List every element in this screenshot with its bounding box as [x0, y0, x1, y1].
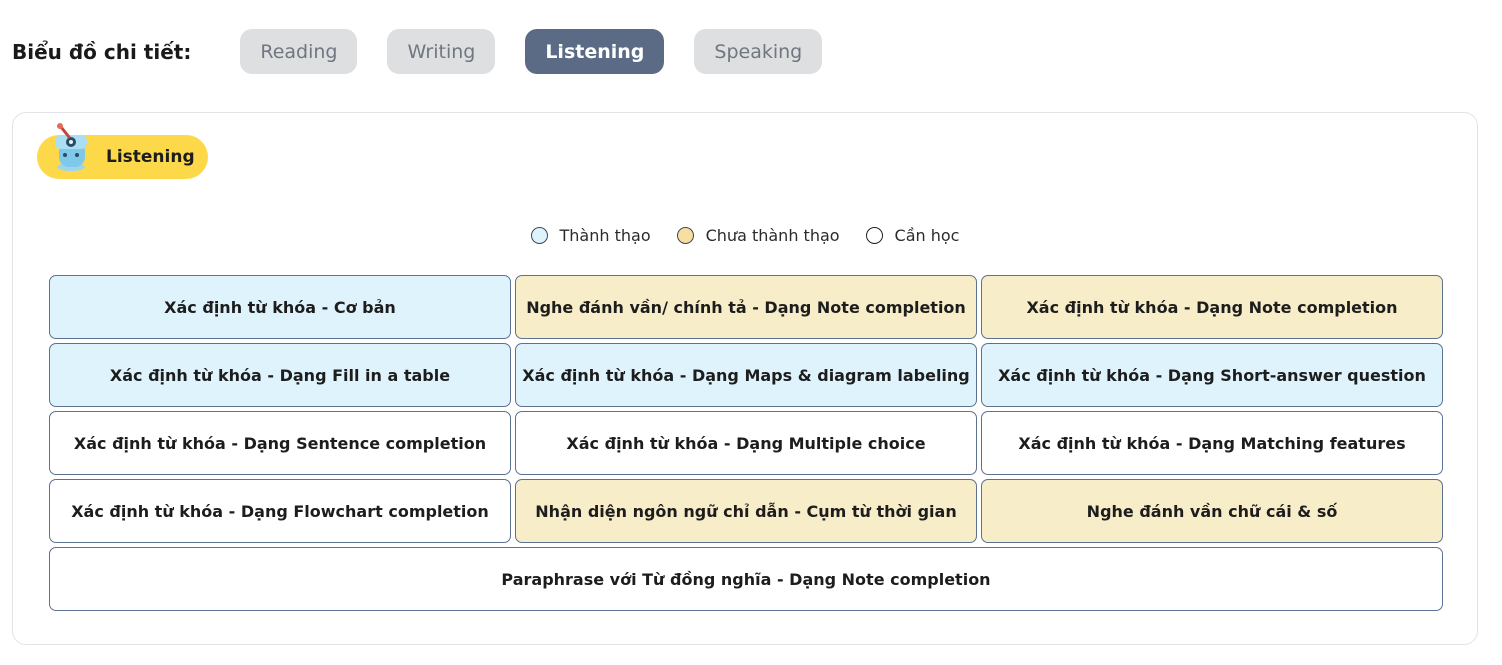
badge-label: Listening — [106, 147, 195, 167]
legend-item-notyet: Chưa thành thạo — [676, 225, 840, 245]
legend-label: Thành thạo — [559, 225, 651, 245]
legend-item-mastered: Thành thạo — [530, 225, 651, 245]
skill-cell[interactable]: Xác định từ khóa - Dạng Fill in a table — [49, 343, 511, 407]
skill-cell[interactable]: Xác định từ khóa - Dạng Matching feature… — [981, 411, 1443, 475]
skill-cell[interactable]: Xác định từ khóa - Dạng Maps & diagram l… — [515, 343, 977, 407]
tab-writing[interactable]: Writing — [387, 29, 496, 74]
skill-cell[interactable]: Xác định từ khóa - Dạng Sentence complet… — [49, 411, 511, 475]
tab-reading[interactable]: Reading — [240, 29, 358, 74]
skill-cell[interactable]: Nghe đánh vần/ chính tả - Dạng Note comp… — [515, 275, 977, 339]
skill-grid: Xác định từ khóa - Cơ bản Nghe đánh vần/… — [49, 275, 1443, 611]
skill-cell[interactable]: Paraphrase với Từ đồng nghĩa - Dạng Note… — [49, 547, 1443, 611]
mascot-icon — [55, 123, 87, 171]
listening-badge: Listening — [37, 123, 208, 179]
legend-label: Chưa thành thạo — [705, 225, 840, 245]
skill-chart-panel: Listening Thành thạo Chưa thành thạo Cần… — [12, 112, 1478, 645]
tab-speaking[interactable]: Speaking — [694, 29, 823, 74]
skill-cell[interactable]: Xác định từ khóa - Cơ bản — [49, 275, 511, 339]
legend-item-learn: Cần học — [865, 225, 960, 245]
notyet-dot-icon — [676, 226, 694, 244]
skill-cell[interactable]: Nhận diện ngôn ngữ chỉ dẫn - Cụm từ thời… — [515, 479, 977, 543]
tab-listening[interactable]: Listening — [525, 29, 665, 74]
legend: Thành thạo Chưa thành thạo Cần học — [13, 223, 1477, 247]
mastered-dot-icon — [530, 226, 548, 244]
skill-cell[interactable]: Nghe đánh vần chữ cái & số — [981, 479, 1443, 543]
skill-cell[interactable]: Xác định từ khóa - Dạng Flowchart comple… — [49, 479, 511, 543]
learn-dot-icon — [865, 226, 883, 244]
skill-selector: Biểu đồ chi tiết: Reading Writing Listen… — [12, 29, 852, 74]
legend-label: Cần học — [894, 225, 960, 245]
detail-chart-label: Biểu đồ chi tiết: — [12, 39, 192, 64]
skill-cell[interactable]: Xác định từ khóa - Dạng Multiple choice — [515, 411, 977, 475]
skill-cell[interactable]: Xác định từ khóa - Dạng Short-answer que… — [981, 343, 1443, 407]
skill-cell[interactable]: Xác định từ khóa - Dạng Note completion — [981, 275, 1443, 339]
